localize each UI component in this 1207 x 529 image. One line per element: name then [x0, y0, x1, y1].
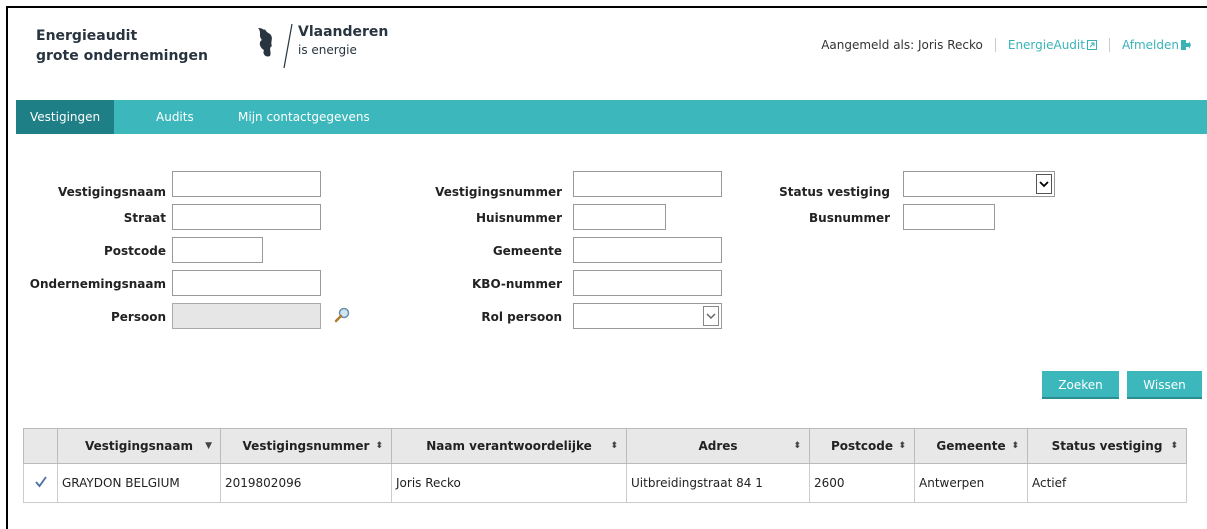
persoon-input: [172, 303, 321, 329]
chevron-down-icon: [1036, 174, 1052, 194]
header: Energieaudit grote ondernemingen Vlaande…: [8, 8, 1207, 100]
select-column-header: [23, 428, 58, 464]
energieaudit-link[interactable]: EnergieAudit: [996, 38, 1110, 52]
column-header-label: Adres: [698, 439, 738, 453]
status-vestiging-label: Status vestiging: [779, 185, 890, 199]
zoeken-button[interactable]: Zoeken: [1042, 371, 1119, 399]
column-header-naam-verantwoordelijke[interactable]: Naam verantwoordelijke ⬍: [391, 428, 627, 464]
sort-icon: ⬍: [610, 441, 618, 451]
sort-icon: ⬍: [375, 441, 383, 451]
search-icon[interactable]: [334, 307, 350, 323]
table-header-row: Vestigingsnaam ▼ Vestigingsnummer ⬍ Naam v…: [23, 428, 1187, 464]
brand-sub: is energie: [298, 43, 357, 57]
cell-naam-verantwoordelijke: Joris Recko: [391, 463, 627, 503]
vestigingsnummer-input[interactable]: [573, 171, 722, 197]
cell-status-vestiging: Actief: [1027, 463, 1187, 503]
huisnummer-input[interactable]: [573, 204, 666, 230]
app-frame: Energieaudit grote ondernemingen Vlaande…: [6, 6, 1207, 529]
cell-postcode: 2600: [809, 463, 915, 503]
wissen-button[interactable]: Wissen: [1127, 371, 1202, 399]
column-header-vestigingsnummer[interactable]: Vestigingsnummer ⬍: [220, 428, 392, 464]
sort-desc-icon: ▼: [205, 441, 212, 451]
gemeente-label: Gemeente: [492, 244, 562, 258]
tab-vestigingen-label: Vestigingen: [30, 110, 101, 124]
vestigingsnummer-label: Vestigingsnummer: [435, 185, 562, 199]
afmelden-link[interactable]: Afmelden: [1110, 38, 1191, 52]
sort-icon: ⬍: [1170, 441, 1178, 451]
cell-adres: Uitbreidingstraat 84 1: [626, 463, 810, 503]
busnummer-input[interactable]: [903, 204, 995, 230]
tab-mijn-contactgegevens-label: Mijn contactgegevens: [238, 110, 370, 124]
app-title-line1: Energieaudit: [36, 28, 138, 44]
straat-input[interactable]: [172, 204, 321, 230]
sort-icon: ⬍: [898, 441, 906, 451]
afmelden-link-label: Afmelden: [1121, 38, 1179, 52]
cell-vestigingsnaam: GRAYDON BELGIUM: [57, 463, 221, 503]
table-row[interactable]: GRAYDON BELGIUM 2019802096 Joris Recko U…: [23, 463, 1187, 503]
cell-vestigingsnummer: 2019802096: [220, 463, 392, 503]
row-select-cell[interactable]: [23, 463, 58, 503]
column-header-status-vestiging[interactable]: Status vestiging ⬍: [1027, 428, 1187, 464]
results-table: Vestigingsnaam ▼ Vestigingsnummer ⬍ Naam v…: [23, 428, 1187, 503]
sort-icon: ⬍: [793, 441, 801, 451]
postcode-label: Postcode: [103, 244, 166, 258]
ondernemingsnaam-label: Ondernemingsnaam: [29, 277, 166, 291]
tab-vestigingen[interactable]: Vestigingen: [16, 100, 115, 134]
status-vestiging-select[interactable]: [903, 171, 1055, 197]
column-header-label: Status vestiging: [1051, 439, 1163, 453]
vlaanderen-lion-icon: [258, 23, 293, 69]
tab-mijn-contactgegevens[interactable]: Mijn contactgegevens: [224, 100, 384, 134]
main-nav: Vestigingen Audits Mijn contactgegevens: [16, 100, 1207, 134]
energieaudit-link-label: EnergieAudit: [1007, 38, 1085, 52]
tab-audits[interactable]: Audits: [142, 100, 208, 134]
huisnummer-label: Huisnummer: [476, 211, 562, 225]
ondernemingsnaam-input[interactable]: [172, 270, 321, 296]
chevron-down-icon: [703, 306, 719, 326]
postcode-input[interactable]: [172, 237, 263, 263]
rol-persoon-label: Rol persoon: [481, 310, 562, 324]
external-link-icon: [1086, 40, 1097, 50]
kbo-nummer-label: KBO-nummer: [472, 277, 562, 291]
brand-name: Vlaanderen: [298, 24, 389, 40]
column-header-label: Vestigingsnaam: [85, 439, 193, 453]
column-header-label: Naam verantwoordelijke: [426, 439, 592, 453]
rol-persoon-select[interactable]: [573, 303, 722, 329]
top-links: Aangemeld als: Joris Recko EnergieAudit …: [821, 38, 1191, 52]
column-header-label: Vestigingsnummer: [242, 439, 370, 453]
sort-icon: ⬍: [1011, 441, 1019, 451]
kbo-nummer-input[interactable]: [573, 270, 722, 296]
tab-audits-label: Audits: [156, 110, 194, 124]
vestigingsnaam-input[interactable]: [172, 171, 321, 197]
persoon-label: Persoon: [110, 310, 166, 324]
gemeente-input[interactable]: [573, 237, 722, 263]
logout-icon: [1181, 40, 1191, 50]
column-header-label: Gemeente: [936, 439, 1006, 453]
straat-label: Straat: [123, 211, 166, 225]
app-title-line2: grote ondernemingen: [36, 48, 208, 64]
logged-in-label: Aangemeld als: Joris Recko: [821, 38, 996, 52]
column-header-label: Postcode: [830, 439, 893, 453]
checkmark-icon: [34, 475, 47, 487]
column-header-adres[interactable]: Adres ⬍: [626, 428, 810, 464]
app-title[interactable]: Energieaudit grote ondernemingen: [36, 26, 208, 66]
cell-gemeente: Antwerpen: [914, 463, 1028, 503]
vestigingsnaam-label: Vestigingsnaam: [58, 185, 166, 199]
column-header-gemeente[interactable]: Gemeente ⬍: [914, 428, 1028, 464]
column-header-postcode[interactable]: Postcode ⬍: [809, 428, 915, 464]
column-header-vestigingsnaam[interactable]: Vestigingsnaam ▼: [57, 428, 221, 464]
busnummer-label: Busnummer: [809, 211, 890, 225]
